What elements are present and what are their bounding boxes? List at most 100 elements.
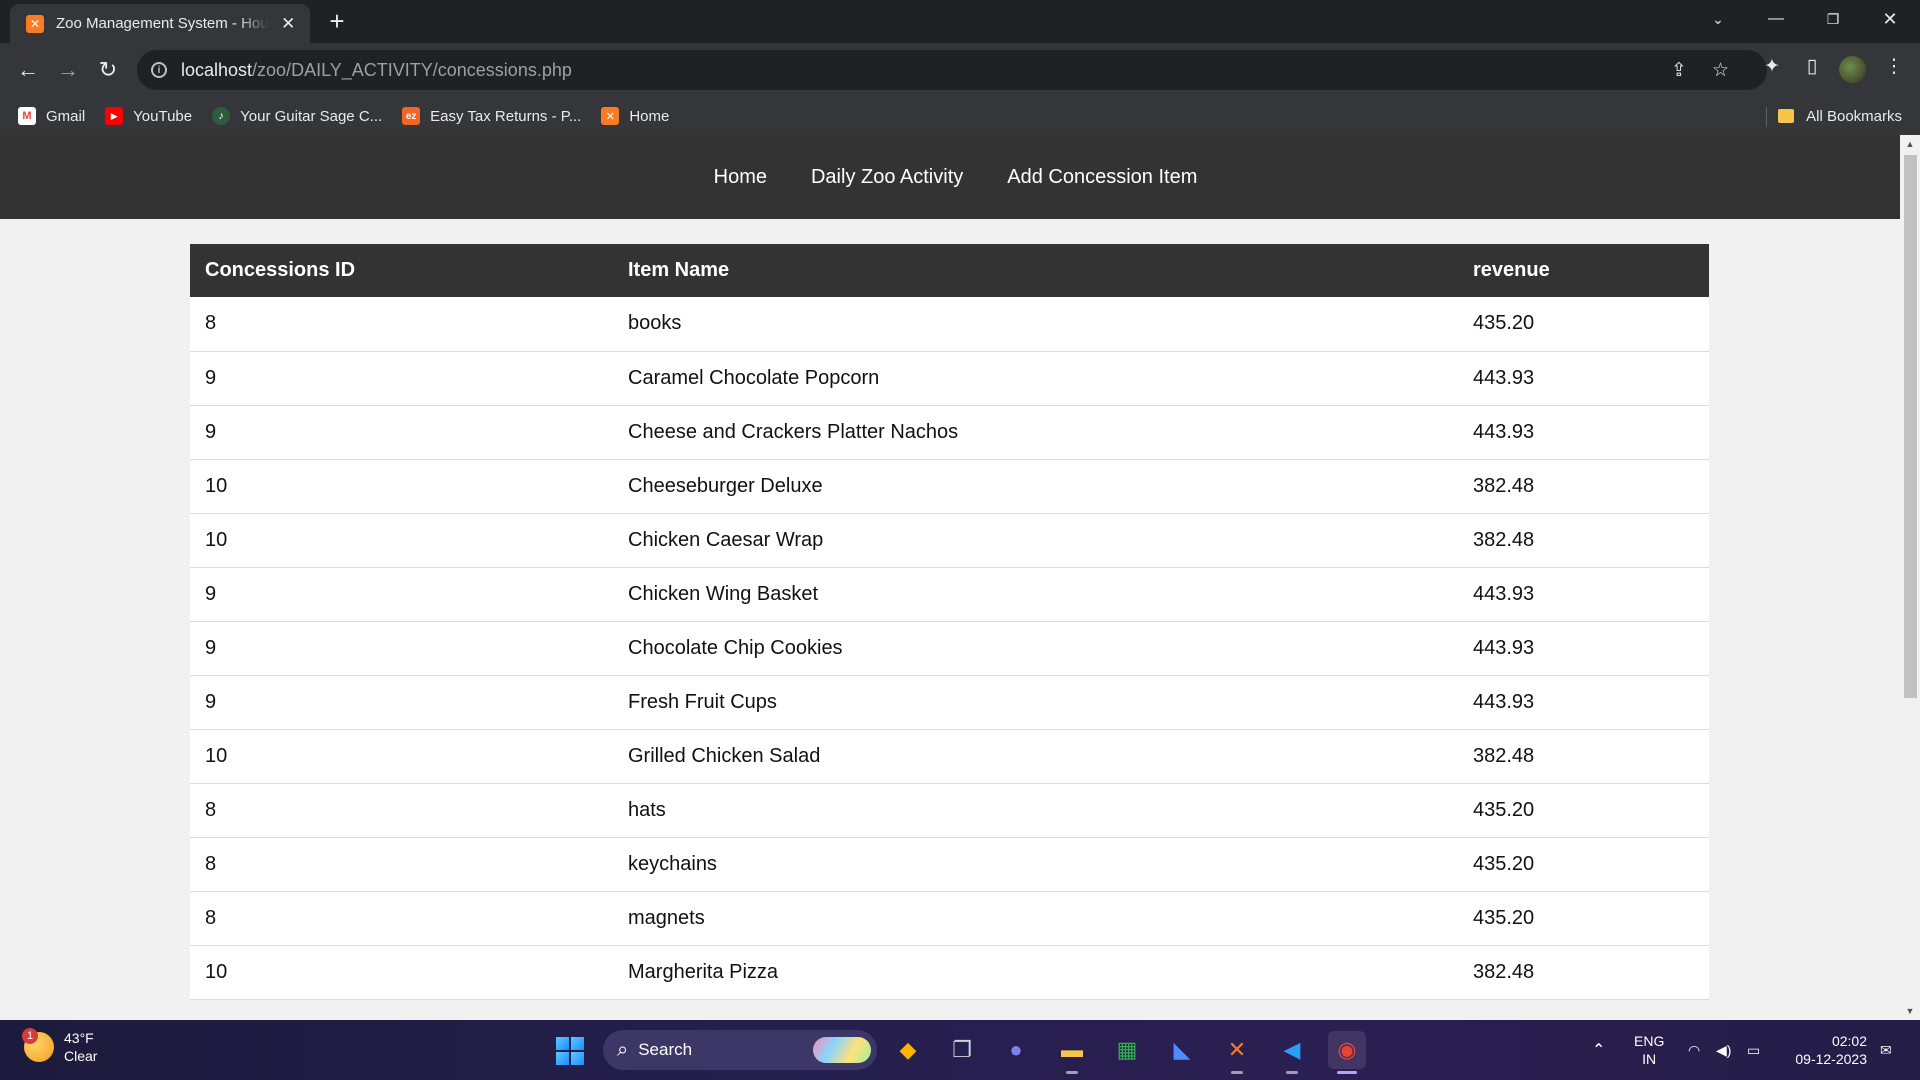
page-scrollbar[interactable]: ▲ ▼ <box>1900 135 1920 1020</box>
system-clock[interactable]: 02:02 09-12-2023 <box>1787 1032 1867 1068</box>
minimize-button[interactable]: — <box>1748 0 1804 38</box>
side-panel-icon[interactable]: ▯ <box>1798 55 1826 78</box>
cell-revenue: 435.20 <box>1458 837 1709 892</box>
nav-link-daily-zoo-activity[interactable]: Daily Zoo Activity <box>811 166 963 189</box>
bookmarks-divider <box>1766 107 1767 127</box>
bookmark-youtube[interactable]: ▶ YouTube <box>105 107 192 125</box>
restore-button[interactable]: ❐ <box>1805 0 1861 38</box>
nav-link-add-concession-item[interactable]: Add Concession Item <box>1007 166 1197 189</box>
table-row: 10 Cheeseburger Deluxe 382.48 <box>190 459 1709 514</box>
new-tab-button[interactable]: + <box>325 8 349 34</box>
running-indicator <box>1066 1071 1078 1074</box>
cell-revenue: 382.48 <box>1458 729 1709 784</box>
search-placeholder: Search <box>638 1040 693 1059</box>
cell-revenue: 382.48 <box>1458 945 1709 1000</box>
bookmark-star-icon[interactable]: ☆ <box>1712 59 1729 82</box>
cell-revenue: 382.48 <box>1458 513 1709 568</box>
close-tab-icon[interactable]: ✕ <box>279 14 299 34</box>
cell-revenue: 435.20 <box>1458 891 1709 946</box>
xampp-icon[interactable]: ✕ <box>1218 1031 1256 1074</box>
cell-id: 9 <box>190 675 613 730</box>
cell-item-name: Grilled Chicken Salad <box>613 729 1458 784</box>
reload-button[interactable]: ↻ <box>94 57 122 83</box>
table-header-row: Concessions ID Item Name revenue <box>190 244 1709 297</box>
cell-id: 9 <box>190 351 613 406</box>
browser-tab[interactable]: ✕ Zoo Management System - Hou ✕ <box>10 4 310 43</box>
table-row: 8 hats 435.20 <box>190 783 1709 838</box>
scrollbar-thumb[interactable] <box>1904 155 1917 698</box>
table-row: 9 Fresh Fruit Cups 443.93 <box>190 675 1709 730</box>
chrome-icon[interactable]: ◉ <box>1328 1031 1366 1074</box>
table-row: 9 Chocolate Chip Cookies 443.93 <box>190 621 1709 676</box>
forward-button[interactable]: → <box>54 57 82 83</box>
table-row: 10 Margherita Pizza 382.48 <box>190 945 1709 1000</box>
notifications-icon[interactable]: ✉ <box>1880 1020 1892 1080</box>
scroll-down-arrow-icon[interactable]: ▼ <box>1900 1002 1920 1020</box>
windows-taskbar: 1 43°F Clear ⌕ Search ◆ ❐ ● ▬ ▦ ◣ ✕ ◀ ◉ … <box>0 1020 1920 1080</box>
cell-item-name: Chicken Caesar Wrap <box>613 513 1458 568</box>
notification-badge: 1 <box>22 1028 38 1044</box>
volume-icon[interactable]: ◀) <box>1716 1020 1731 1080</box>
language-indicator[interactable]: ENG IN <box>1634 1032 1664 1068</box>
bookmark-easy-tax[interactable]: ez Easy Tax Returns - P... <box>402 107 581 125</box>
teams-chat-icon[interactable]: ● <box>997 1031 1035 1069</box>
cell-revenue: 382.48 <box>1458 459 1709 514</box>
windows-logo-icon <box>571 1037 584 1050</box>
cell-revenue: 443.93 <box>1458 351 1709 406</box>
windows-logo-icon <box>556 1037 569 1050</box>
stocks-app-icon[interactable]: ▦ <box>1108 1031 1146 1069</box>
weather-desc: Clear <box>64 1048 98 1064</box>
nav-link-home[interactable]: Home <box>714 166 767 189</box>
running-indicator <box>1231 1071 1243 1074</box>
cell-id: 9 <box>190 567 613 622</box>
table-row: 9 Caramel Chocolate Popcorn 443.93 <box>190 351 1709 406</box>
file-explorer-icon[interactable]: ▬ <box>1053 1031 1091 1074</box>
bookmark-label: Easy Tax Returns - P... <box>430 107 582 125</box>
bookmark-label: Home <box>629 107 670 125</box>
bookmark-guitar-sage[interactable]: ♪ Your Guitar Sage C... <box>212 107 382 125</box>
xampp-icon: ✕ <box>601 107 620 125</box>
cell-item-name: Margherita Pizza <box>613 945 1458 1000</box>
taskbar-search[interactable]: ⌕ Search <box>603 1030 877 1070</box>
app-icon[interactable]: ◣ <box>1163 1031 1201 1069</box>
bookmark-gmail[interactable]: M Gmail <box>18 107 85 125</box>
wifi-icon[interactable]: ◠ <box>1688 1020 1700 1080</box>
weather-widget[interactable]: 1 43°F Clear <box>22 1028 98 1065</box>
share-icon[interactable]: ⇪ <box>1671 59 1687 82</box>
back-button[interactable]: ← <box>14 57 42 83</box>
cell-revenue: 435.20 <box>1458 297 1709 352</box>
close-window-button[interactable]: ✕ <box>1862 0 1918 38</box>
task-view-icon[interactable]: ❐ <box>943 1031 981 1069</box>
start-button[interactable] <box>556 1037 584 1065</box>
cell-revenue: 443.93 <box>1458 621 1709 676</box>
table-row: 9 Cheese and Crackers Platter Nachos 443.9… <box>190 405 1709 460</box>
folder-icon <box>1778 109 1795 123</box>
clock-date: 09-12-2023 <box>1795 1051 1867 1067</box>
show-hidden-icons-icon[interactable]: ⌃ <box>1592 1020 1605 1080</box>
menu-icon[interactable]: ⋮ <box>1880 55 1908 78</box>
vscode-icon[interactable]: ◀ <box>1273 1031 1311 1074</box>
lang-code: ENG <box>1634 1033 1665 1049</box>
battery-icon[interactable]: ▭ <box>1747 1020 1760 1080</box>
clock-time: 02:02 <box>1831 1033 1867 1049</box>
all-bookmarks-button[interactable]: All Bookmarks <box>1778 97 1902 135</box>
tab-search-icon[interactable]: ⌄ <box>1690 0 1746 38</box>
gmail-icon: M <box>18 107 36 125</box>
copilot-icon[interactable]: ◆ <box>889 1031 927 1069</box>
running-indicator <box>1286 1071 1298 1074</box>
browser-chrome: ✕ Zoo Management System - Hou ✕ + ⌄ — ❐ … <box>0 0 1920 135</box>
cell-item-name: Cheese and Crackers Platter Nachos <box>613 405 1458 460</box>
cell-id: 8 <box>190 891 613 946</box>
cell-id: 10 <box>190 459 613 514</box>
cell-item-name: Caramel Chocolate Popcorn <box>613 351 1458 406</box>
bookmark-home[interactable]: ✕ Home <box>601 107 669 125</box>
table-row: 10 Grilled Chicken Salad 382.48 <box>190 729 1709 784</box>
xampp-icon: ✕ <box>26 14 44 33</box>
browser-toolbar: ← → ↻ i localhost/zoo/DAILY_ACTIVITY/con… <box>0 43 1920 97</box>
profile-avatar[interactable] <box>1839 56 1866 83</box>
scroll-up-arrow-icon[interactable]: ▲ <box>1900 135 1920 153</box>
address-bar[interactable]: i localhost/zoo/DAILY_ACTIVITY/concessio… <box>137 50 1767 90</box>
extensions-icon[interactable]: ✦ <box>1758 55 1786 78</box>
cell-revenue: 443.93 <box>1458 405 1709 460</box>
site-info-icon[interactable]: i <box>151 62 167 78</box>
